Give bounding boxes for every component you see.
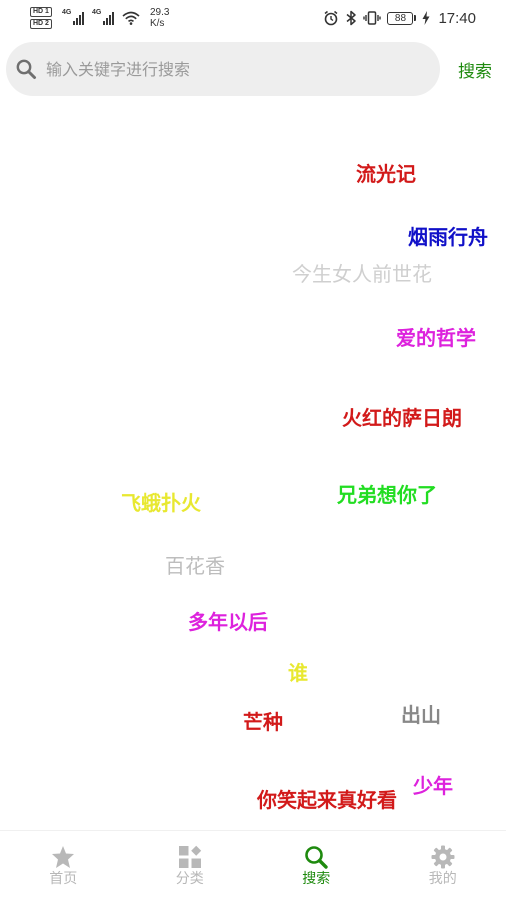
hot-tag[interactable]: 芒种	[243, 709, 283, 735]
hot-tag[interactable]: 出山	[401, 702, 441, 728]
battery-icon: 88	[387, 11, 417, 25]
category-grid-icon	[178, 845, 201, 868]
hot-tag[interactable]: 飞蛾扑火	[121, 490, 201, 516]
hot-tag[interactable]: 你笑起来真好看	[257, 787, 397, 813]
hot-tag[interactable]: 烟雨行舟	[408, 224, 488, 250]
battery-level: 88	[387, 11, 414, 25]
hot-search-tag-cloud: 流光记 烟雨行舟 今生女人前世花 爱的哲学 火红的萨日朗 兄弟想你了 飞蛾扑火 …	[0, 110, 506, 830]
nav-label-search: 搜索	[302, 871, 331, 887]
gear-icon	[431, 845, 455, 869]
nav-label-home: 首页	[49, 871, 78, 887]
hot-tag[interactable]: 少年	[413, 773, 453, 799]
nav-item-mine[interactable]: 我的	[380, 831, 506, 900]
hot-tag[interactable]: 兄弟想你了	[337, 482, 437, 508]
nav-label-mine: 我的	[428, 871, 457, 887]
hd-indicators: HD 1 HD 2	[30, 7, 52, 29]
hot-tag[interactable]: 谁	[288, 660, 308, 686]
status-left: HD 1 HD 2 4G 4G 29.3 K/s	[30, 4, 169, 32]
nav-item-home[interactable]: 首页	[0, 831, 127, 900]
network-speed-value: 29.3	[149, 7, 170, 18]
search-icon	[305, 846, 328, 869]
hot-tag[interactable]: 流光记	[356, 161, 416, 187]
sim2-network-label: 4G	[91, 9, 102, 16]
app-screen: HD 1 HD 2 4G 4G 29.3 K/s 88 17:40 输入关键字进…	[0, 0, 506, 900]
network-speed-unit: K/s	[149, 18, 165, 29]
nav-label-category: 分类	[175, 871, 204, 887]
alarm-icon	[324, 10, 338, 26]
wifi-icon	[122, 11, 140, 25]
search-row: 搜索	[6, 42, 500, 96]
nav-item-search[interactable]: 搜索	[253, 831, 380, 900]
sim2-signal-icon: 4G	[92, 9, 114, 27]
bottom-nav: 首页 分类 搜索 我的	[0, 830, 506, 900]
sim1-signal-icon: 4G	[62, 9, 84, 27]
vibrate-icon	[363, 11, 382, 25]
search-input[interactable]	[46, 49, 440, 89]
charging-icon	[422, 11, 430, 25]
hot-tag[interactable]: 百花香	[165, 553, 225, 579]
hot-tag[interactable]: 今生女人前世花	[292, 261, 432, 287]
network-speed: 29.3 K/s	[150, 7, 169, 29]
hot-tag[interactable]: 火红的萨日朗	[342, 405, 462, 431]
status-right: 88 17:40	[323, 4, 476, 32]
bluetooth-icon	[346, 10, 357, 26]
search-box[interactable]	[6, 42, 440, 96]
search-button[interactable]: 搜索	[450, 42, 500, 96]
hd1-badge: HD 1	[30, 7, 52, 17]
status-bar: HD 1 HD 2 4G 4G 29.3 K/s 88 17:40	[0, 0, 506, 36]
nav-item-category[interactable]: 分类	[127, 831, 254, 900]
star-home-icon	[52, 846, 75, 868]
hd2-badge: HD 2	[30, 19, 52, 29]
sim1-network-label: 4G	[61, 9, 72, 16]
hot-tag[interactable]: 多年以后	[188, 609, 268, 635]
search-icon	[16, 59, 36, 79]
status-time: 17:40	[438, 9, 476, 27]
hot-tag[interactable]: 爱的哲学	[396, 325, 476, 351]
